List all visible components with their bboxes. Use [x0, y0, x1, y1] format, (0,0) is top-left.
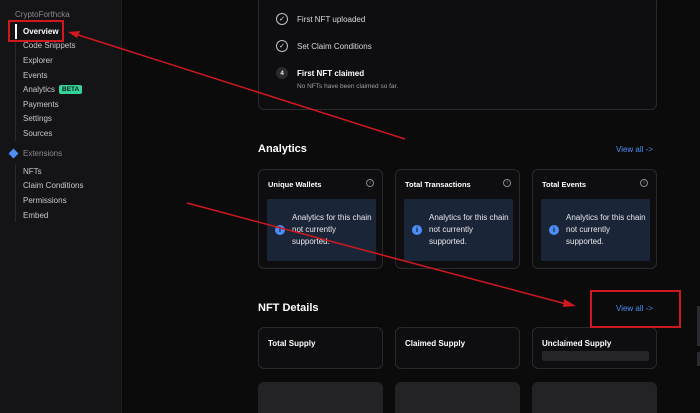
nft-details-title: NFT Details [258, 302, 319, 314]
sidebar-item-settings[interactable]: Settings [15, 111, 115, 127]
sidebar-item-label: Payments [23, 99, 59, 109]
sidebar-item-label: Embed [23, 210, 49, 220]
notice-text: Analytics for this chain not currently s… [429, 213, 509, 246]
step-note: No NFTs have been claimed so far. [297, 83, 399, 90]
info-icon[interactable]: i [503, 179, 511, 187]
check-circle-icon: ✓ [276, 40, 288, 52]
sidebar: CryptoForthcka Overview Code Snippets Ex… [0, 0, 122, 413]
sidebar-item-embed[interactable]: Embed [15, 207, 115, 223]
annotation-highlight-overview [8, 20, 64, 42]
unsupported-notice: i Analytics for this chain not currently… [541, 199, 650, 261]
supply-title: Claimed Supply [405, 339, 466, 348]
extensions-nav: NFTs Claim Conditions Permissions Embed [15, 164, 115, 223]
sidebar-item-events[interactable]: Events [15, 67, 115, 83]
beta-badge: BETA [59, 85, 83, 95]
check-circle-icon: ✓ [276, 13, 288, 25]
analytics-card-total-events: Total Events i i Analytics for this chai… [532, 169, 657, 269]
nft-preview-card [395, 382, 520, 413]
card-title: Unique Wallets [268, 180, 322, 189]
step-number: 4 [276, 67, 288, 79]
notice-text: Analytics for this chain not currently s… [566, 213, 646, 246]
sidebar-item-label: Analytics [23, 85, 56, 95]
analytics-card-total-transactions: Total Transactions i i Analytics for thi… [395, 169, 520, 269]
analytics-card-unique-wallets: Unique Wallets i i Analytics for this ch… [258, 169, 383, 269]
extensions-group-header: Extensions [8, 148, 63, 159]
step-first-nft-claimed: 4 First NFT claimed [276, 67, 364, 79]
unsupported-notice: i Analytics for this chain not currently… [404, 199, 513, 261]
total-supply-card: Total Supply [258, 327, 383, 369]
info-icon: i [549, 225, 559, 235]
setup-checklist: ✓ First NFT uploaded ✓ Set Claim Conditi… [258, 0, 657, 110]
claimed-supply-card: Claimed Supply [395, 327, 520, 369]
analytics-view-all-link[interactable]: View all -> [616, 145, 653, 154]
supply-title: Total Supply [268, 339, 316, 348]
diamond-icon [8, 148, 19, 159]
sidebar-item-explorer[interactable]: Explorer [15, 53, 115, 68]
sidebar-item-sources[interactable]: Sources [15, 126, 115, 141]
notice-text: Analytics for this chain not currently s… [292, 213, 372, 246]
nft-preview-card [532, 382, 657, 413]
sidebar-item-label: Code Snippets [23, 41, 76, 51]
info-icon[interactable]: i [366, 179, 374, 187]
sidebar-item-analytics[interactable]: Analytics BETA [15, 82, 115, 97]
nft-preview-card [258, 382, 383, 413]
step-label: First NFT claimed [297, 68, 365, 78]
contract-name: CryptoForthcka [15, 10, 70, 19]
info-icon: i [275, 225, 285, 235]
sidebar-item-label: Events [23, 70, 48, 80]
sidebar-item-label: NFTs [23, 166, 42, 176]
sidebar-item-label: Settings [23, 114, 52, 124]
sidebar-item-label: Permissions [23, 195, 67, 205]
step-set-claim-conditions: ✓ Set Claim Conditions [276, 40, 372, 52]
sidebar-item-claim-conditions[interactable]: Claim Conditions [15, 178, 115, 194]
annotation-highlight-view-all [590, 290, 681, 328]
unsupported-notice: i Analytics for this chain not currently… [267, 199, 376, 261]
analytics-title: Analytics [258, 143, 307, 155]
card-title: Total Transactions [405, 180, 471, 189]
step-first-nft-uploaded: ✓ First NFT uploaded [276, 13, 365, 25]
step-label: Set Claim Conditions [297, 41, 372, 51]
info-icon[interactable]: i [640, 179, 648, 187]
card-title: Total Events [542, 180, 587, 189]
sidebar-item-label: Explorer [23, 55, 53, 65]
sidebar-item-label: Claim Conditions [23, 181, 84, 191]
supply-title: Unclaimed Supply [542, 339, 612, 348]
loading-skeleton [542, 351, 649, 361]
step-label: First NFT uploaded [297, 14, 366, 24]
sidebar-item-payments[interactable]: Payments [15, 96, 115, 112]
extensions-label: Extensions [23, 149, 63, 158]
main-content: ✓ First NFT uploaded ✓ Set Claim Conditi… [122, 0, 700, 413]
sidebar-item-permissions[interactable]: Permissions [15, 193, 115, 208]
sidebar-item-label: Sources [23, 128, 53, 138]
unclaimed-supply-card: Unclaimed Supply [532, 327, 657, 369]
sidebar-item-nfts[interactable]: NFTs [15, 164, 115, 179]
info-icon: i [412, 225, 422, 235]
